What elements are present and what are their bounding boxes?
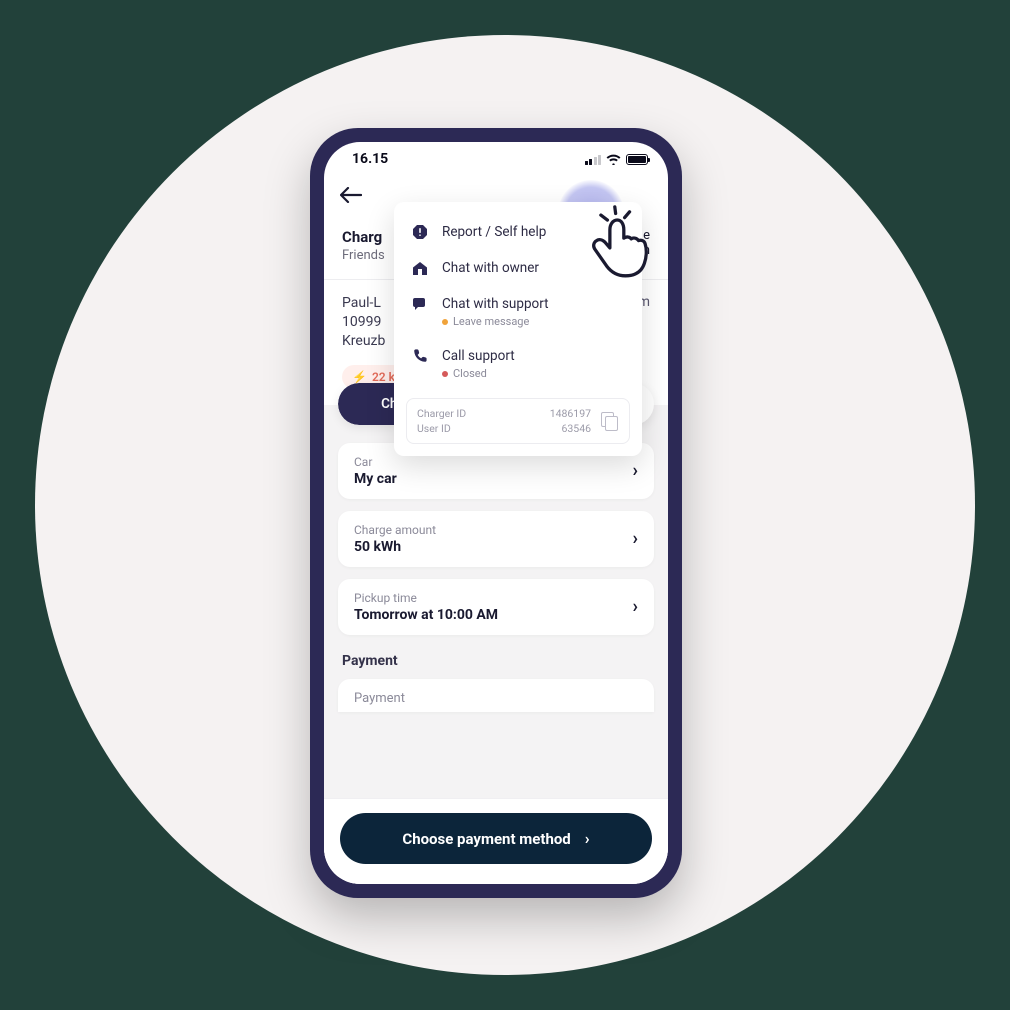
status-dot-orange	[442, 319, 448, 325]
phone-icon	[410, 348, 430, 363]
charger-title: Charg	[342, 228, 385, 246]
menu-call-support[interactable]: Call support Closed	[406, 338, 630, 390]
signal-icon	[585, 154, 602, 165]
chevron-right-icon: ›	[585, 829, 590, 848]
alert-icon	[410, 224, 430, 240]
id-info-box: Charger ID 1486197 User ID 63546	[406, 398, 630, 444]
charge-amount-card[interactable]: Charge amount 50 kWh ›	[338, 511, 654, 567]
status-dot-red	[442, 371, 448, 377]
pointer-hand-icon	[582, 202, 664, 284]
chevron-right-icon: ›	[633, 596, 638, 617]
chevron-right-icon: ›	[633, 528, 638, 549]
chat-icon	[410, 296, 430, 312]
status-bar: 16.15	[324, 142, 668, 176]
footer: Choose payment method ›	[324, 798, 668, 884]
chat-support-status: Leave message	[442, 315, 549, 328]
bolt-icon: ⚡	[352, 370, 367, 384]
battery-icon	[626, 154, 648, 165]
pickup-time-card[interactable]: Pickup time Tomorrow at 10:00 AM ›	[338, 579, 654, 635]
back-icon[interactable]	[340, 184, 362, 208]
pickup-label: Pickup time	[354, 591, 498, 605]
status-time: 16.15	[352, 151, 388, 167]
phone-frame: 16.15 Charg Friends	[310, 128, 682, 898]
choose-payment-button[interactable]: Choose payment method ›	[340, 813, 652, 864]
payment-card[interactable]: Payment	[338, 679, 654, 712]
charger-id-value: 1486197	[550, 407, 591, 420]
pickup-value: Tomorrow at 10:00 AM	[354, 607, 498, 623]
wifi-icon	[606, 154, 621, 165]
car-label: Car	[354, 455, 397, 469]
charger-subtitle: Friends	[342, 248, 385, 263]
house-icon	[410, 260, 430, 276]
car-value: My car	[354, 471, 397, 487]
payment-section-header: Payment	[342, 653, 668, 669]
screen: 16.15 Charg Friends	[324, 142, 668, 884]
amount-value: 50 kWh	[354, 539, 436, 555]
amount-label: Charge amount	[354, 523, 436, 537]
settings-cards: Car My car › Charge amount 50 kWh › Pick…	[324, 425, 668, 635]
address-text: Paul-L 10999 Kreuzb	[342, 294, 385, 351]
user-id-value: 63546	[550, 422, 591, 435]
charger-id-label: Charger ID	[417, 407, 550, 420]
call-support-status: Closed	[442, 367, 515, 380]
menu-chat-support[interactable]: Chat with support Leave message	[406, 286, 630, 338]
payment-peek-label: Payment	[354, 691, 405, 706]
chevron-right-icon: ›	[633, 460, 638, 481]
status-icons	[585, 154, 649, 165]
copy-icon[interactable]	[601, 412, 619, 430]
user-id-label: User ID	[417, 422, 550, 435]
